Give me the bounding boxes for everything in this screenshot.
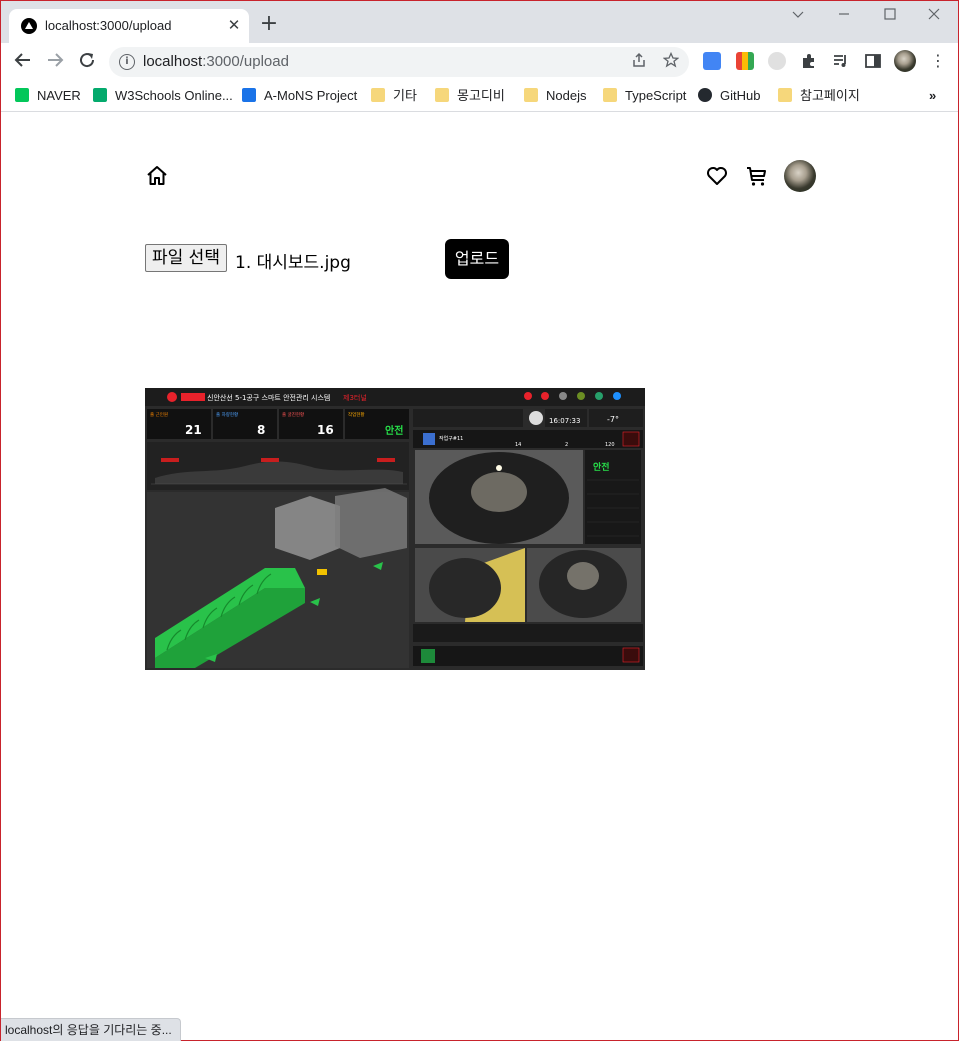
bookmark-folder-reference[interactable]: 참고페이지 (778, 86, 860, 106)
folder-icon (435, 88, 449, 102)
color-extension-icon[interactable] (736, 52, 754, 70)
reload-icon[interactable] (75, 51, 99, 73)
bookmark-folder-mongodb[interactable]: 몽고디비 (435, 86, 505, 106)
address-bar[interactable]: i localhost:3000/upload (109, 47, 689, 77)
bookmark-github[interactable]: GitHub (698, 86, 760, 106)
minimize-icon[interactable] (775, 5, 821, 31)
svg-text:출 차량현황: 출 차량현황 (216, 411, 238, 418)
folder-icon (603, 88, 617, 102)
forward-icon[interactable] (43, 51, 67, 73)
preview-header-title: 신안산선 5-1공구 스마트 안전관리 시스템 (207, 393, 330, 402)
browser-window: localhost:3000/upload ✕ + i localhost:30… (0, 0, 959, 1041)
window-minimize-icon[interactable] (821, 5, 867, 31)
more-bookmarks-icon[interactable]: » (929, 86, 936, 106)
bookmark-amons[interactable]: A-MoNS Project (242, 86, 357, 106)
bookmark-w3schools[interactable]: W3Schools Online... (93, 86, 233, 106)
svg-text:120: 120 (605, 442, 615, 448)
media-control-icon[interactable] (832, 52, 850, 70)
bookmark-star-icon[interactable] (662, 51, 680, 72)
upload-button[interactable]: 업로드 (445, 239, 509, 279)
uploaded-image-preview: 신안산선 5-1공구 스마트 안전관리 시스템 제3터널 출 근인원 출 차량현… (145, 388, 645, 670)
translate-extension-icon[interactable] (703, 52, 721, 70)
preview-header-suffix: 제3터널 (343, 393, 367, 402)
web-extension-icon[interactable] (768, 52, 786, 70)
user-avatar[interactable] (784, 160, 816, 192)
naver-icon (15, 88, 29, 102)
svg-text:8: 8 (257, 423, 265, 437)
svg-text:출 근인원: 출 근인원 (150, 411, 168, 418)
site-info-icon[interactable]: i (119, 54, 135, 70)
svg-text:안전: 안전 (385, 424, 403, 437)
cart-icon[interactable] (745, 164, 769, 188)
bookmark-naver[interactable]: NAVER (15, 86, 81, 106)
w3schools-icon (93, 88, 107, 102)
browser-toolbar: i localhost:3000/upload ⋮ (1, 43, 958, 81)
svg-text:14: 14 (515, 442, 521, 448)
folder-icon (778, 88, 792, 102)
extensions-puzzle-icon[interactable] (800, 52, 818, 70)
side-panel-icon[interactable] (864, 52, 882, 70)
share-icon[interactable] (631, 52, 647, 72)
amons-icon (242, 88, 256, 102)
selected-file-name: 1. 대시보드.jpg (235, 253, 351, 273)
close-tab-icon[interactable]: ✕ (225, 15, 243, 35)
status-bubble: localhost의 응답을 기다리는 중... (1, 1018, 181, 1041)
page-content: 파일 선택 1. 대시보드.jpg 업로드 신안산선 5-1공구 스마트 안전관… (1, 112, 958, 1040)
bookmarks-bar: NAVER W3Schools Online... A-MoNS Project… (1, 81, 958, 112)
preview-time: 16:07:33 (549, 417, 580, 425)
svg-text:-7°: -7° (607, 415, 619, 424)
profile-avatar[interactable] (894, 50, 916, 72)
url-text: localhost:3000/upload (143, 53, 289, 70)
svg-text:16: 16 (317, 423, 334, 437)
svg-text:2: 2 (565, 442, 568, 448)
bookmark-folder-typescript[interactable]: TypeScript (603, 86, 686, 106)
svg-text:출 굴진현황: 출 굴진현황 (282, 411, 304, 418)
bookmark-folder-nodejs[interactable]: Nodejs (524, 86, 586, 106)
svg-text:안전: 안전 (593, 461, 610, 473)
back-icon[interactable] (11, 51, 35, 73)
file-select-button[interactable]: 파일 선택 (145, 244, 227, 272)
github-icon (698, 88, 712, 102)
svg-text:21: 21 (185, 423, 202, 437)
tab-title: localhost:3000/upload (45, 18, 172, 33)
browser-tab[interactable]: localhost:3000/upload ✕ (9, 9, 249, 43)
menu-kebab-icon[interactable]: ⋮ (929, 52, 947, 70)
bookmark-folder-gita[interactable]: 기타 (371, 86, 417, 106)
folder-icon (371, 88, 385, 102)
maximize-icon[interactable] (867, 5, 913, 31)
close-window-icon[interactable] (911, 5, 957, 31)
heart-icon[interactable] (705, 164, 729, 188)
svg-text:작업현황: 작업현황 (348, 411, 365, 418)
folder-icon (524, 88, 538, 102)
svg-text:작업구#11: 작업구#11 (439, 435, 463, 442)
tab-strip: localhost:3000/upload ✕ + (1, 1, 958, 43)
new-tab-icon[interactable]: + (257, 13, 281, 37)
home-icon[interactable] (145, 164, 169, 188)
site-favicon-icon (21, 18, 37, 34)
